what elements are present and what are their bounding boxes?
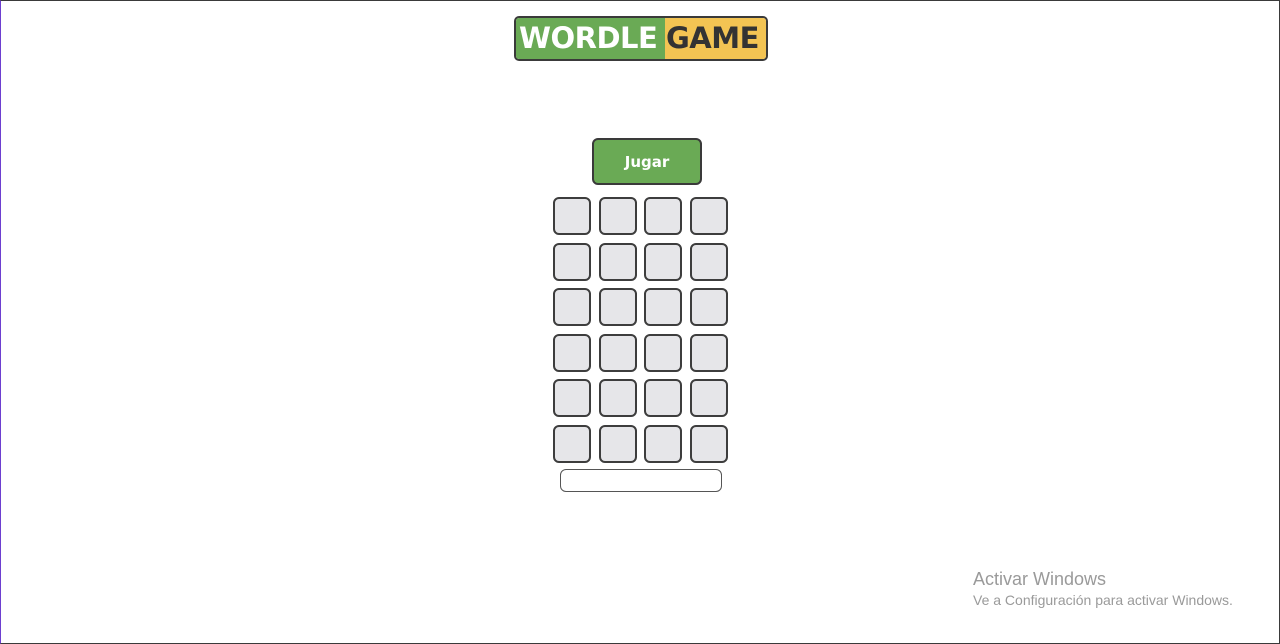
- board-tile: [644, 197, 682, 235]
- board-tile: [598, 379, 637, 417]
- board-tile: [553, 424, 591, 463]
- board-tile: [553, 242, 591, 281]
- activation-title: Activar Windows: [973, 569, 1107, 589]
- board-tile: [689, 242, 728, 281]
- board-tile: [644, 333, 682, 372]
- board-tile: [598, 242, 637, 281]
- wordle-game-logo: WORDLE GAME: [514, 16, 768, 61]
- board-tile: [598, 333, 637, 372]
- game-board: [553, 197, 728, 463]
- board-tile: [689, 288, 728, 326]
- board-tile: [689, 379, 728, 417]
- play-button[interactable]: Jugar: [592, 138, 702, 185]
- logo-word-wordle: WORDLE: [516, 18, 665, 59]
- board-tile: [553, 333, 591, 372]
- board-tile: [689, 197, 728, 235]
- windows-activation-watermark: Activar Windows Ve a Configuración para …: [973, 568, 1233, 610]
- board-tile: [644, 242, 682, 281]
- board-tile: [598, 424, 637, 463]
- guess-input[interactable]: [560, 469, 722, 492]
- logo-word-game: GAME: [665, 18, 766, 59]
- board-tile: [644, 288, 682, 326]
- board-tile: [598, 197, 637, 235]
- board-tile: [553, 197, 591, 235]
- board-tile: [689, 424, 728, 463]
- board-tile: [553, 288, 591, 326]
- board-tile: [689, 333, 728, 372]
- board-tile: [598, 288, 637, 326]
- board-tile: [644, 379, 682, 417]
- activation-subtitle: Ve a Configuración para activar Windows.: [973, 592, 1233, 608]
- board-tile: [553, 379, 591, 417]
- board-tile: [644, 424, 682, 463]
